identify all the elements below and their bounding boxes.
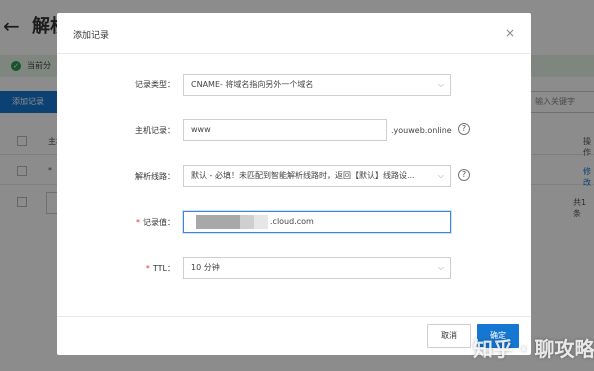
record-type-select[interactable]: CNAME- 将域名指向另外一个域名 ⌵	[183, 74, 451, 96]
chevron-down-icon: ⌵	[437, 80, 444, 89]
domain-suffix: .youweb.online	[391, 126, 452, 135]
redacted-block	[240, 215, 254, 229]
line-select[interactable]: 默认 - 必填！未匹配到智能解析线路时，返回【默认】线路设... ⌵	[183, 165, 451, 187]
help-icon[interactable]: ?	[458, 123, 470, 135]
record-type-value: CNAME- 将域名指向另外一个域名	[191, 80, 314, 89]
close-icon[interactable]: ×	[505, 26, 515, 40]
footer-divider	[57, 316, 531, 317]
required-mark: *	[145, 264, 150, 273]
watermark-text: 知乎 · 聊攻略	[473, 337, 594, 361]
record-type-label: 记录类型：	[135, 80, 175, 89]
header-divider	[57, 53, 531, 54]
chevron-down-icon: ⌵	[435, 166, 444, 186]
required-mark: *	[136, 218, 140, 227]
line-value: 默认 - 必填！未匹配到智能解析线路时，返回【默认】线路设...	[191, 171, 415, 180]
record-value-label: * 记录值：	[136, 218, 175, 227]
dialog-title: 添加记录	[73, 31, 110, 41]
add-record-dialog: 添加记录 × 记录类型： CNAME- 将域名指向另外一个域名 ⌵ 主机记录： …	[57, 13, 531, 355]
cancel-button[interactable]: 取消	[427, 324, 471, 348]
host-record-label: 主机记录：	[135, 126, 175, 135]
line-label: 解析线路：	[135, 172, 175, 181]
record-value-input[interactable]: .cloud.com	[183, 211, 451, 233]
ttl-label: * TTL：	[145, 264, 175, 273]
redacted-block	[254, 215, 268, 229]
record-value-text: .cloud.com	[270, 217, 314, 226]
chevron-down-icon: ⌵	[437, 263, 444, 272]
help-icon[interactable]: ?	[458, 169, 470, 181]
ttl-select[interactable]: 10 分钟 ⌵	[183, 257, 451, 279]
redacted-block	[196, 215, 240, 229]
ttl-value: 10 分钟	[191, 263, 220, 272]
host-record-value: www	[191, 125, 211, 134]
host-record-input[interactable]: www	[183, 119, 387, 141]
